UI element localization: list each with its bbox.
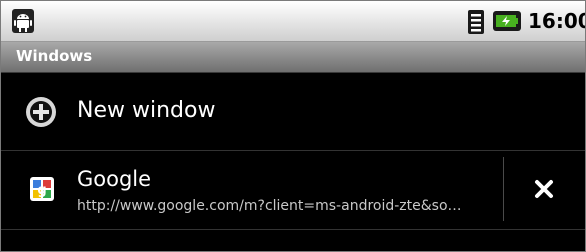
page-title: Windows	[16, 47, 93, 65]
new-window-item[interactable]: New window	[1, 73, 585, 151]
plus-circle-icon	[26, 97, 56, 127]
window-url: http://www.google.com/m?client=ms-androi…	[77, 198, 462, 214]
google-favicon-icon: g	[30, 177, 54, 201]
android-notification-icon	[12, 9, 34, 33]
window-title: Google	[77, 167, 152, 191]
close-icon	[535, 180, 553, 198]
close-window-button[interactable]	[504, 151, 585, 229]
svg-text:g: g	[37, 183, 46, 198]
battery-charging-icon	[493, 11, 521, 31]
new-window-label: New window	[77, 98, 216, 123]
status-clock: 16:00	[528, 9, 586, 33]
status-bar: 16:00	[1, 1, 585, 42]
title-bar: Windows	[1, 42, 585, 73]
wifi-signal-icon	[468, 10, 484, 34]
browser-windows-screen: 16:00 Windows New window g Google http:/…	[0, 0, 586, 252]
window-list-item[interactable]: g Google http://www.google.com/m?client=…	[1, 151, 585, 230]
